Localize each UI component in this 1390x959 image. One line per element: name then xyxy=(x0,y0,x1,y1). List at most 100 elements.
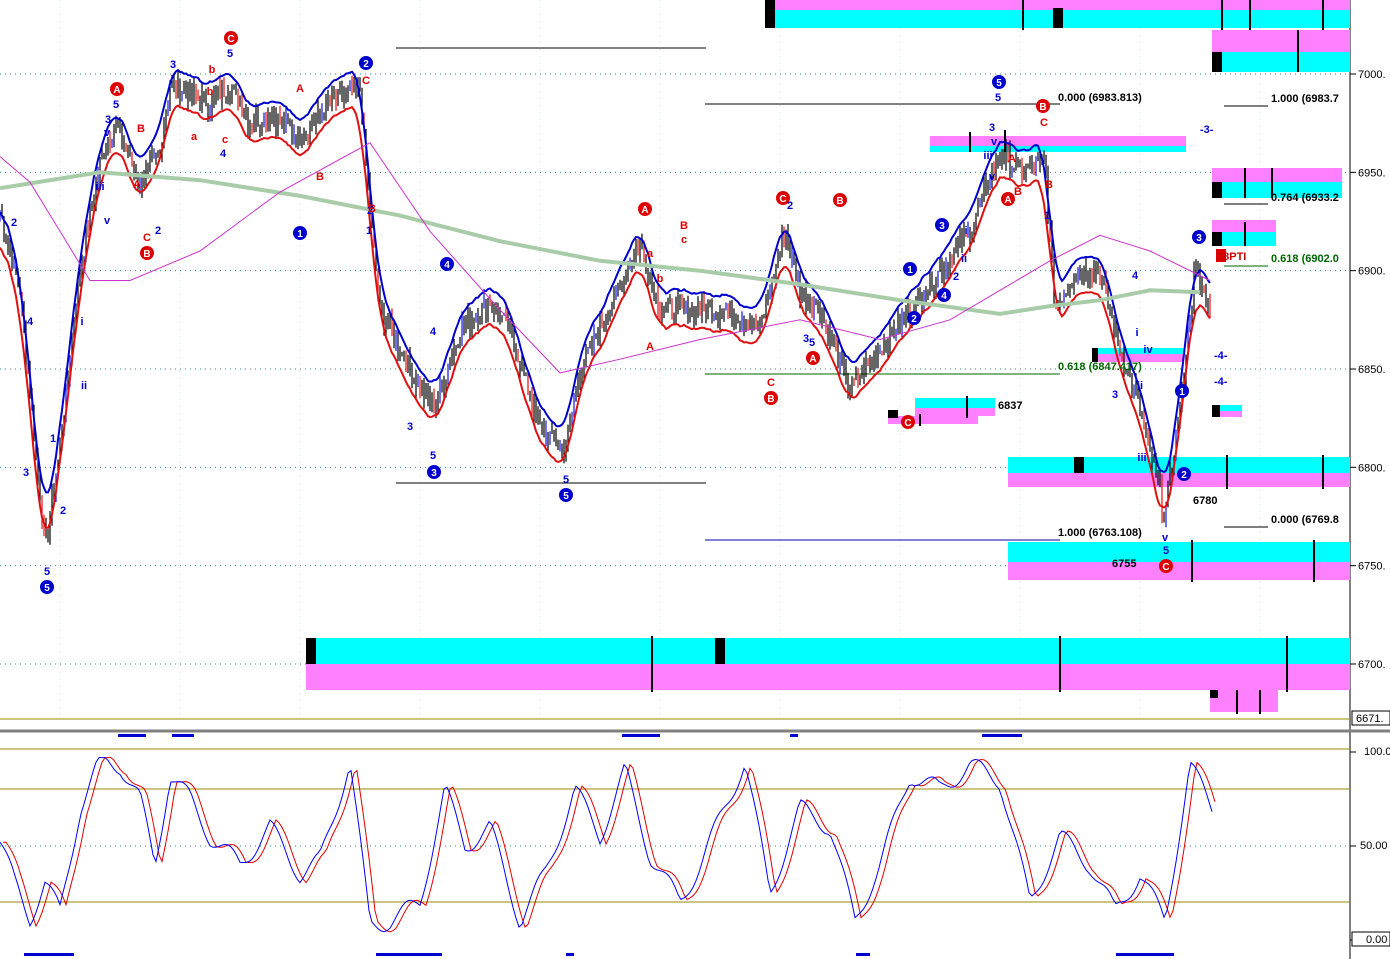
price-label: 6755 xyxy=(1112,558,1136,570)
wave-label: 2 xyxy=(911,314,917,325)
zone-marker xyxy=(1212,52,1222,72)
wave-label-text: 3 xyxy=(989,122,995,134)
wave-label: B xyxy=(767,394,774,405)
zone-marker xyxy=(1092,348,1098,362)
wave-label-text: v xyxy=(104,215,111,227)
wave-label: A xyxy=(641,205,648,216)
zone-magenta xyxy=(1212,30,1350,52)
wave-label-text: a xyxy=(647,248,654,260)
stoch-tick-label: 50.00 xyxy=(1360,840,1388,852)
wave-label-text: i xyxy=(1135,327,1138,339)
zone-cyan xyxy=(1092,348,1184,354)
wave-label-text: 1 xyxy=(1044,210,1050,222)
wave-label-text: B xyxy=(680,220,688,232)
wave-label-text: 5 xyxy=(1163,545,1169,557)
wave-label-text: 4 xyxy=(220,148,227,160)
fib-label-618: 0.618 (6847.417) xyxy=(1058,361,1142,373)
last-value-label: 6671. xyxy=(1356,713,1384,725)
cycle-marker xyxy=(856,953,870,956)
zone-marker xyxy=(1053,8,1063,28)
fib-label-right: 0.764 (6933.2 xyxy=(1271,192,1339,204)
zone-magenta xyxy=(1008,562,1350,580)
wave-label-text: v xyxy=(989,171,996,183)
wave-label-text: 2 xyxy=(60,505,66,517)
wave-label: 5 xyxy=(996,78,1002,89)
wave-label-text: 4 xyxy=(1132,270,1139,282)
zone-cyan xyxy=(1008,542,1350,562)
y-tick-label: 6800. xyxy=(1358,462,1386,474)
zone-marker xyxy=(1210,690,1218,698)
fib-label-right: 0.000 (6769.8 xyxy=(1271,514,1339,526)
wave-label: A xyxy=(1004,195,1011,206)
wave-label-text: 4 xyxy=(430,326,437,338)
price-label: 6837 xyxy=(998,400,1022,412)
wave-label-text: C xyxy=(362,75,370,87)
y-tick-label: 6900. xyxy=(1358,266,1386,278)
zone-marker xyxy=(1074,457,1084,473)
cycle-marker xyxy=(622,734,660,737)
wave-label: C xyxy=(904,418,911,429)
wave-label-text: ii xyxy=(1137,380,1143,392)
zone-marker xyxy=(765,0,775,28)
price-axis: 7000. 6950. 6900. 6850. 6800. 6750. 6700. 6671. xyxy=(1350,69,1390,726)
zone-marker xyxy=(1212,405,1220,417)
wave-label: C xyxy=(1162,562,1169,573)
zone-cyan xyxy=(915,398,995,408)
wave-label-text: ii xyxy=(81,380,87,392)
cycle-label: -4- xyxy=(1214,350,1228,362)
wave-label: 3 xyxy=(1196,233,1202,244)
wave-label-text: 3 xyxy=(407,421,413,433)
wave-label-text: 2 xyxy=(953,271,959,283)
cycle-marker xyxy=(118,734,146,737)
zone-bottom-cyan xyxy=(306,638,1350,664)
cycle-marker xyxy=(1116,953,1174,956)
wave-label-text: A xyxy=(296,83,304,95)
zone-magenta xyxy=(930,136,1186,146)
wave-label-text: C xyxy=(767,377,775,389)
fib-label-right: 1.000 (6983.7 xyxy=(1271,93,1339,105)
stoch-panel-bg xyxy=(0,737,1350,959)
wave-label-text: 2 xyxy=(155,225,161,237)
zone-marker xyxy=(1212,182,1222,198)
wave-label-text: b xyxy=(209,64,216,76)
zone-marker xyxy=(306,638,316,664)
price-label: 6780 xyxy=(1193,495,1217,507)
wave-label-text: i xyxy=(964,225,967,237)
fib-label-1000: 1.000 (6763.108) xyxy=(1058,527,1142,539)
stoch-tick-label: 0.00 xyxy=(1366,934,1387,946)
wave-label: 1 xyxy=(1179,387,1185,398)
wave-label-text: a xyxy=(191,131,198,143)
wave-label-text: 5 xyxy=(44,566,50,578)
wave-label-text: 3 xyxy=(105,114,111,126)
y-tick-label: 6750. xyxy=(1358,561,1386,573)
wave-label-text: 1 xyxy=(50,433,56,445)
wave-label-text: iii xyxy=(1137,452,1146,464)
wave-label-text: 5 xyxy=(563,474,569,486)
wave-label: B xyxy=(1039,102,1046,113)
wave-label-text: v xyxy=(104,127,111,139)
wave-label-text: A xyxy=(1008,153,1016,165)
wave-label-text: 1 xyxy=(366,225,372,237)
wave-label-text: A xyxy=(646,341,654,353)
cycle-marker xyxy=(982,734,1022,737)
y-tick-label: 7000. xyxy=(1358,69,1386,81)
wave-label-text: c xyxy=(681,234,687,246)
wave-label-text: A xyxy=(133,179,141,191)
wave-label-text: b xyxy=(207,86,214,98)
zone-marker xyxy=(715,638,725,664)
wave-label: 2 xyxy=(363,59,369,70)
zone-cyan xyxy=(930,146,1186,152)
cycle-marker xyxy=(376,953,442,956)
zone-marker xyxy=(888,410,898,418)
wave-label-text: 2 xyxy=(787,200,793,212)
wave-label-text: v xyxy=(991,136,998,148)
wave-label-text: c xyxy=(222,134,228,146)
wave-label-text: 5 xyxy=(227,48,233,60)
cycle-marker xyxy=(566,953,574,956)
wave-label-text: 5 xyxy=(995,92,1001,104)
zone-bottom-magenta xyxy=(306,664,1350,690)
wave-label: C xyxy=(227,34,234,45)
wave-label: 1 xyxy=(907,265,913,276)
wave-label-text: 3 xyxy=(1112,389,1118,401)
wave-label: C xyxy=(779,194,786,205)
